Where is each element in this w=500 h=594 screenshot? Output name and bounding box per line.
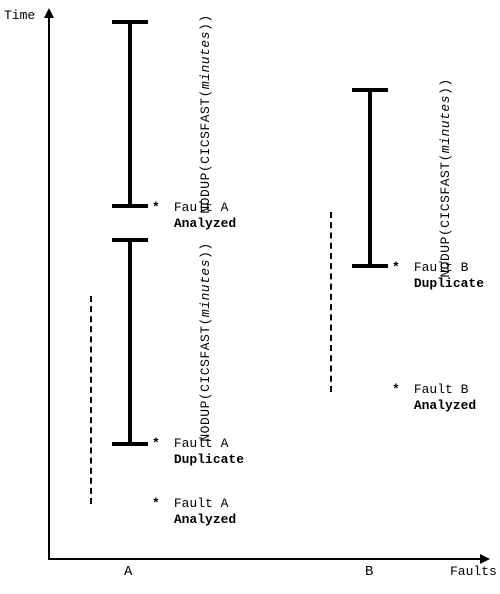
x-tick-b: B bbox=[365, 564, 373, 580]
nodup-dashed-b1 bbox=[330, 212, 332, 392]
event-status: Analyzed bbox=[174, 512, 236, 527]
x-tick-a: A bbox=[124, 564, 132, 580]
event-a-duplicate: * Fault A Duplicate bbox=[152, 436, 244, 469]
y-axis bbox=[48, 10, 50, 558]
y-axis-label: Time bbox=[4, 8, 35, 23]
asterisk-icon: * bbox=[392, 382, 406, 397]
nodup-label-b: NODUP(CICSFAST(minutes)) bbox=[438, 76, 453, 279]
nodup-label-a-lower: NODUP(CICSFAST(minutes)) bbox=[198, 240, 213, 443]
diagram-canvas: Time Faults A B NODUP(CICSFAST(minutes))… bbox=[0, 0, 500, 594]
asterisk-icon: * bbox=[152, 496, 166, 511]
event-a-analyzed-1: * Fault A Analyzed bbox=[152, 496, 236, 529]
x-axis bbox=[48, 558, 488, 560]
event-name: Fault B bbox=[414, 382, 469, 397]
nodup-interval-a-lower: NODUP(CICSFAST(minutes)) bbox=[112, 238, 148, 446]
event-b-duplicate: * Fault B Duplicate bbox=[392, 260, 484, 293]
nodup-interval-a-upper: NODUP(CICSFAST(minutes)) bbox=[112, 20, 148, 208]
event-name: Fault A bbox=[174, 496, 229, 511]
event-b-analyzed: * Fault B Analyzed bbox=[392, 382, 476, 415]
nodup-interval-b: NODUP(CICSFAST(minutes)) bbox=[352, 88, 388, 268]
asterisk-icon: * bbox=[392, 260, 406, 275]
event-a-analyzed-2: * Fault A Analyzed bbox=[152, 200, 236, 233]
nodup-label-a-upper: NODUP(CICSFAST(minutes)) bbox=[198, 12, 213, 215]
asterisk-icon: * bbox=[152, 200, 166, 215]
event-name: Fault B bbox=[414, 260, 469, 275]
event-status: Duplicate bbox=[174, 452, 244, 467]
event-name: Fault A bbox=[174, 436, 229, 451]
event-name: Fault A bbox=[174, 200, 229, 215]
nodup-dashed-a1 bbox=[90, 296, 92, 504]
event-status: Analyzed bbox=[414, 398, 476, 413]
asterisk-icon: * bbox=[152, 436, 166, 451]
x-axis-label: Faults bbox=[450, 564, 497, 579]
event-status: Analyzed bbox=[174, 216, 236, 231]
event-status: Duplicate bbox=[414, 276, 484, 291]
